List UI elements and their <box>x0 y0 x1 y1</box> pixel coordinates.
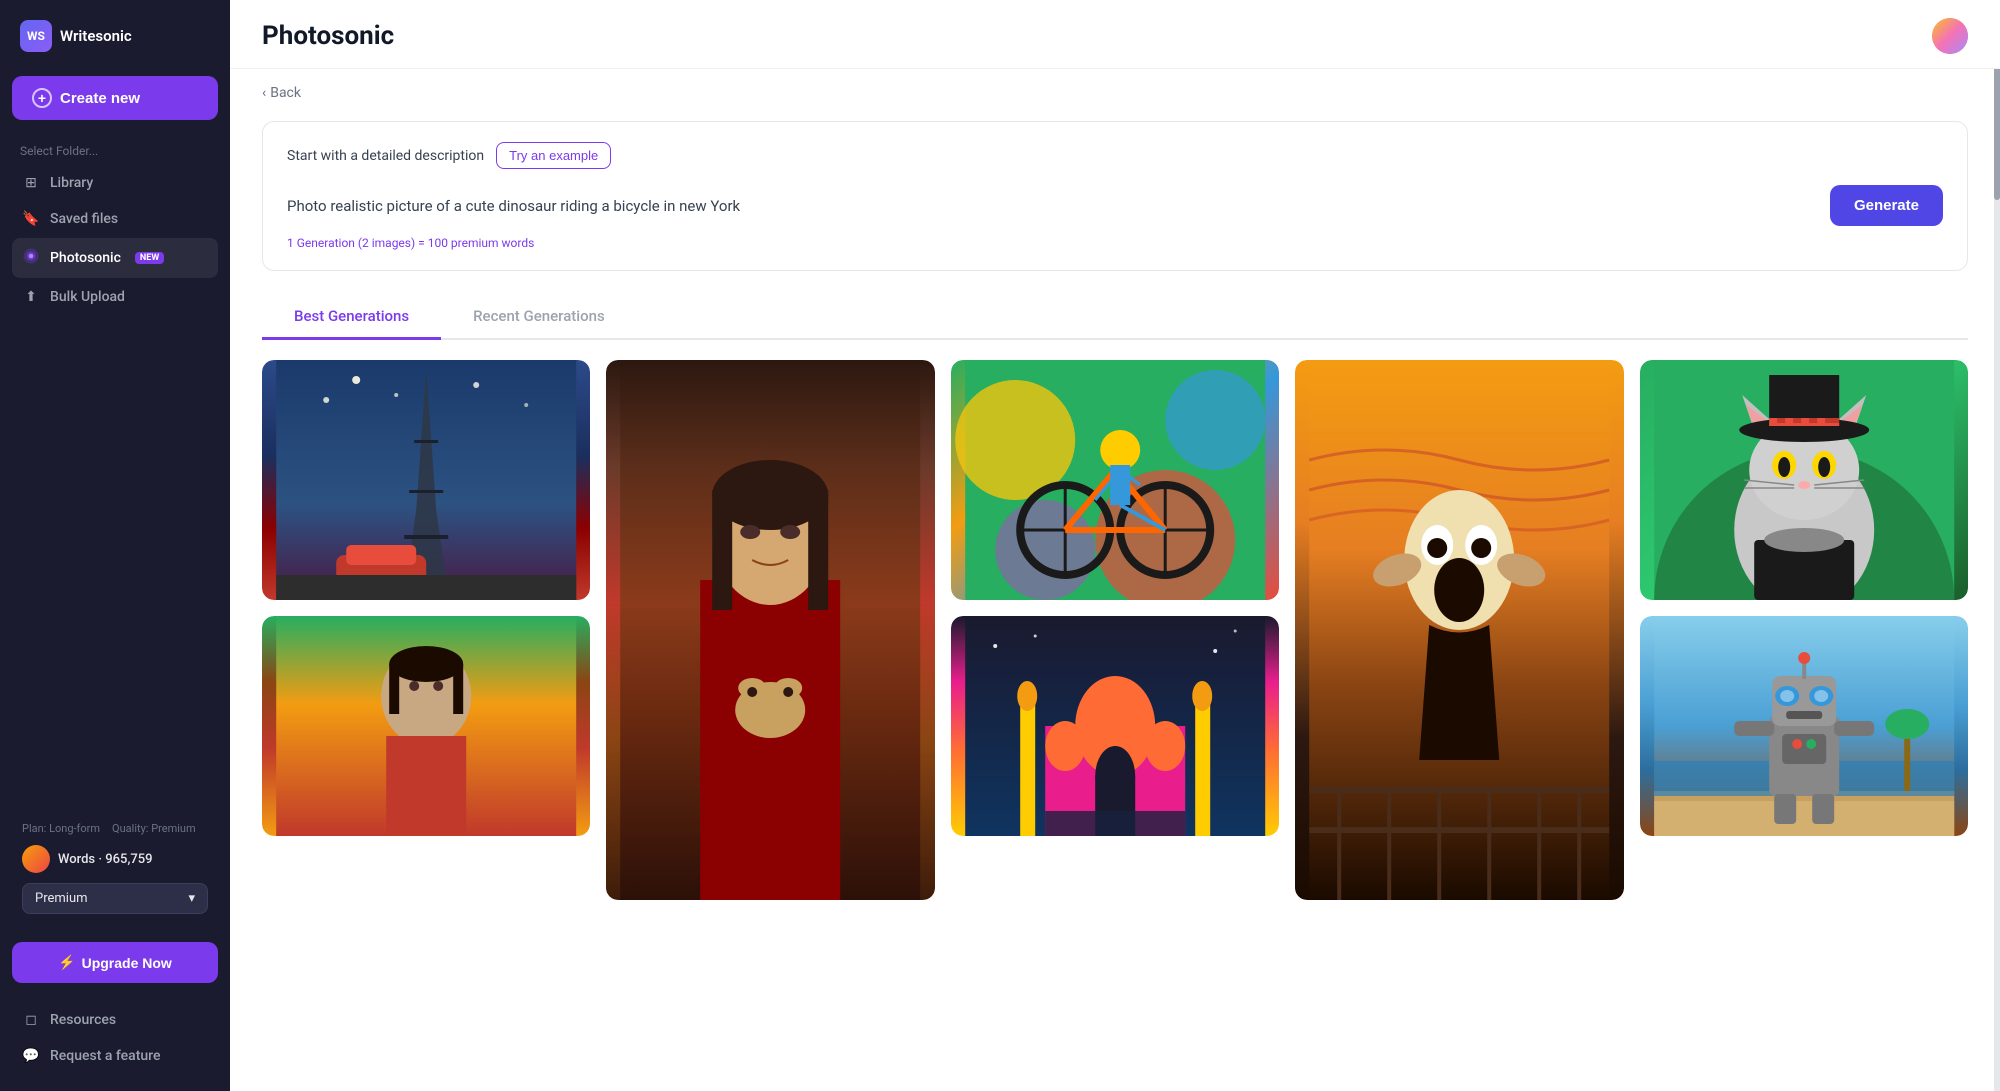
grid-icon: ⊞ <box>22 175 40 191</box>
sidebar-item-photosonic-label: Photosonic <box>50 250 121 266</box>
image-grid <box>262 360 1968 900</box>
image-col-1 <box>262 360 590 836</box>
plus-circle-icon: + <box>32 88 52 108</box>
image-cat <box>1640 360 1968 600</box>
new-badge: new <box>135 252 164 264</box>
image-card-woman[interactable] <box>262 616 590 836</box>
image-card-cyclist[interactable] <box>951 360 1279 600</box>
upgrade-now-button[interactable]: ⚡ Upgrade Now <box>12 942 218 983</box>
sidebar-nav: ⊞ Library 🔖 Saved files Photosonic new ⬆… <box>12 166 218 316</box>
words-avatar <box>22 845 50 873</box>
prompt-description-label: Start with a detailed description <box>287 148 484 164</box>
image-col-3 <box>951 360 1279 836</box>
logo-icon: WS <box>20 20 52 52</box>
sidebar-item-resources-label: Resources <box>50 1012 116 1028</box>
sidebar-bottom: ◻ Resources 💬 Request a feature <box>12 1003 218 1075</box>
upload-icon: ⬆ <box>22 289 40 305</box>
main-content: Photosonic ‹ Back Start with a detailed … <box>230 0 2000 1091</box>
image-card-scream[interactable] <box>1295 360 1623 900</box>
top-bar: Photosonic <box>230 0 2000 69</box>
sidebar-item-library-label: Library <box>50 175 93 191</box>
quality-dropdown[interactable]: Premium ▾ <box>22 883 208 914</box>
quality-label: Quality: Premium <box>112 822 196 835</box>
chat-icon: 💬 <box>22 1048 40 1064</box>
user-avatar[interactable] <box>1932 18 1968 54</box>
image-col-5 <box>1640 360 1968 836</box>
image-monalisa <box>606 360 934 900</box>
quality-select-value: Premium <box>35 891 88 906</box>
prompt-container: Start with a detailed description Try an… <box>262 121 1968 271</box>
plan-quality: Plan: Long-form Quality: Premium <box>22 822 208 835</box>
photosonic-icon <box>22 247 40 269</box>
tabs-row: Best Generations Recent Generations <box>262 295 1968 340</box>
avatar-image <box>1932 18 1968 54</box>
image-card-taj[interactable] <box>951 616 1279 836</box>
prompt-info: 1 Generation (2 images) = 100 premium wo… <box>287 236 1943 250</box>
image-cyclist <box>951 360 1279 600</box>
sidebar-item-request-label: Request a feature <box>50 1048 160 1064</box>
image-robot <box>1640 616 1968 836</box>
sidebar-item-saved-label: Saved files <box>50 211 118 227</box>
generation-cost-text: 1 Generation (2 images) = 100 premium wo… <box>287 236 534 250</box>
create-new-label: Create new <box>60 90 140 107</box>
image-scream <box>1295 360 1623 900</box>
back-link[interactable]: ‹ Back <box>262 69 1968 121</box>
image-card-robot[interactable] <box>1640 616 1968 836</box>
resources-icon: ◻ <box>22 1012 40 1028</box>
prompt-header: Start with a detailed description Try an… <box>287 142 1943 169</box>
sidebar: WS Writesonic + Create new Select Folder… <box>0 0 230 1091</box>
page-title: Photosonic <box>262 21 394 51</box>
image-col-2 <box>606 360 934 900</box>
back-chevron-icon: ‹ <box>262 85 266 101</box>
lightning-icon: ⚡ <box>58 954 75 971</box>
app-name: Writesonic <box>60 27 132 45</box>
content-area: ‹ Back Start with a detailed description… <box>230 69 2000 932</box>
image-eiffel <box>262 360 590 600</box>
sidebar-item-bulk-upload[interactable]: ⬆ Bulk Upload <box>12 280 218 314</box>
logo: WS Writesonic <box>12 16 218 56</box>
sidebar-item-request-feature[interactable]: 💬 Request a feature <box>12 1039 218 1073</box>
generate-button[interactable]: Generate <box>1830 185 1943 226</box>
tab-recent-generations[interactable]: Recent Generations <box>441 295 637 340</box>
prompt-input-row: Generate <box>287 185 1943 226</box>
create-new-button[interactable]: + Create new <box>12 76 218 120</box>
sidebar-item-bulk-label: Bulk Upload <box>50 289 125 305</box>
bookmark-icon: 🔖 <box>22 211 40 227</box>
words-row: Words · 965,759 <box>22 845 208 873</box>
image-woman <box>262 616 590 836</box>
image-card-eiffel[interactable] <box>262 360 590 600</box>
try-example-button[interactable]: Try an example <box>496 142 611 169</box>
image-card-cat[interactable] <box>1640 360 1968 600</box>
image-taj <box>951 616 1279 836</box>
sidebar-item-saved-files[interactable]: 🔖 Saved files <box>12 202 218 236</box>
image-card-monalisa[interactable] <box>606 360 934 900</box>
plan-label: Plan: Long-form <box>22 822 100 835</box>
image-col-4 <box>1295 360 1623 900</box>
chevron-down-icon: ▾ <box>188 891 195 906</box>
scrollbar[interactable] <box>1994 0 2000 1091</box>
sidebar-item-photosonic[interactable]: Photosonic new <box>12 238 218 278</box>
tab-best-generations[interactable]: Best Generations <box>262 295 441 340</box>
select-folder-label: Select Folder... <box>12 144 218 158</box>
plan-info: Plan: Long-form Quality: Premium Words ·… <box>12 814 218 934</box>
sidebar-item-resources[interactable]: ◻ Resources <box>12 1003 218 1037</box>
back-label: Back <box>270 85 301 101</box>
words-count-label: Words · 965,759 <box>58 852 153 867</box>
upgrade-label: Upgrade Now <box>82 955 172 971</box>
sidebar-item-library[interactable]: ⊞ Library <box>12 166 218 200</box>
prompt-input[interactable] <box>287 197 1814 215</box>
